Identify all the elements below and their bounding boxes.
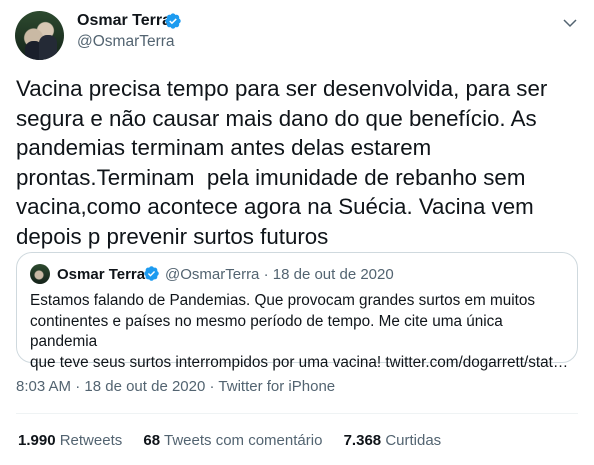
retweets-label: Retweets bbox=[59, 432, 123, 449]
retweets-stat[interactable]: 1.990 Retweets bbox=[18, 432, 122, 449]
verified-badge-icon bbox=[165, 13, 181, 29]
tweet-date[interactable]: 18 de out de 2020 bbox=[84, 378, 205, 395]
quote-tweets-label: Tweets com comentário bbox=[164, 432, 323, 449]
quote-separator: · bbox=[263, 266, 269, 283]
chevron-down-icon[interactable] bbox=[561, 14, 579, 32]
tweet-source[interactable]: Twitter for iPhone bbox=[218, 378, 335, 395]
retweets-count: 1.990 bbox=[18, 432, 56, 449]
author-avatar[interactable] bbox=[15, 11, 64, 60]
author-handle[interactable]: @OsmarTerra bbox=[77, 33, 175, 51]
meta-separator: · bbox=[209, 378, 215, 395]
tweet-metadata: 8:03 AM · 18 de out de 2020 · Twitter fo… bbox=[16, 378, 335, 395]
avatar-figure-right bbox=[39, 35, 57, 60]
tweet-text: Vacina precisa tempo para ser desenvolvi… bbox=[16, 76, 554, 249]
quote-author-name: Osmar Terra bbox=[57, 266, 146, 283]
likes-stat[interactable]: 7.368 Curtidas bbox=[344, 432, 442, 449]
quote-date: 18 de out de 2020 bbox=[272, 266, 394, 283]
quote-meta: @OsmarTerra · 18 de out de 2020 bbox=[165, 266, 394, 283]
quoted-tweet[interactable]: Osmar Terra @OsmarTerra · 18 de out de 2… bbox=[16, 252, 578, 371]
divider bbox=[16, 413, 578, 414]
quote-tweets-stat[interactable]: 68 Tweets com comentário bbox=[143, 432, 322, 449]
author-name[interactable]: Osmar Terra bbox=[77, 12, 171, 30]
likes-count: 7.368 bbox=[343, 432, 382, 449]
quote-tweets-count: 68 bbox=[143, 432, 161, 449]
quote-author-handle: @OsmarTerra bbox=[165, 266, 260, 283]
meta-separator: · bbox=[75, 378, 81, 395]
likes-label: Curtidas bbox=[385, 432, 442, 449]
quote-text: Estamos falando de Pandemias. Que provoc… bbox=[30, 292, 569, 371]
quote-avatar bbox=[30, 264, 50, 284]
verified-badge-icon bbox=[144, 266, 159, 281]
engagement-stats: 1.990 Retweets 68 Tweets com comentário … bbox=[18, 432, 458, 449]
tweet-time[interactable]: 8:03 AM bbox=[16, 378, 71, 395]
